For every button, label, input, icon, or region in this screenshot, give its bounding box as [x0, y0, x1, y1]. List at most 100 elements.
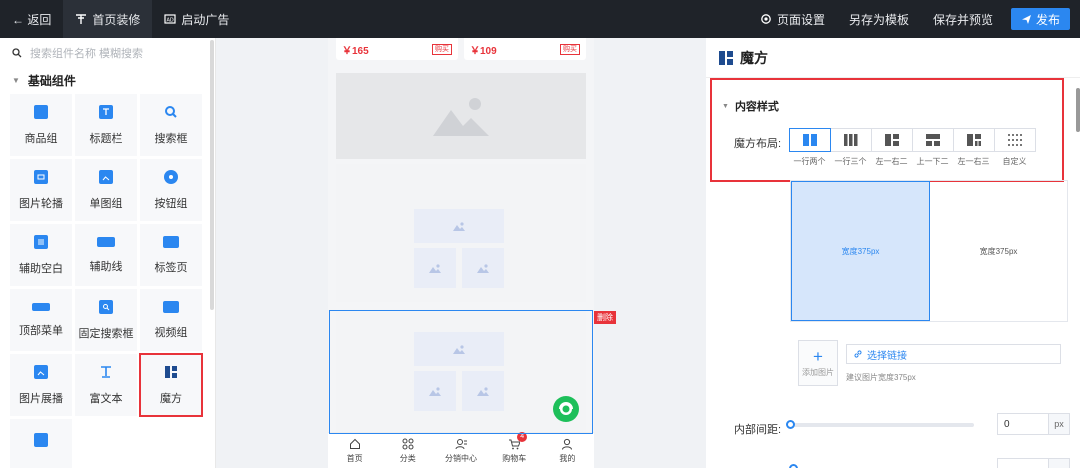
image-placeholder	[414, 209, 504, 243]
search-icon	[12, 48, 22, 58]
image-placeholder-icon	[477, 264, 489, 273]
component-more[interactable]	[10, 419, 72, 468]
left-scrollbar[interactable]	[210, 40, 214, 310]
component-fixed-search[interactable]: 固定搜索框	[75, 289, 137, 351]
image-placeholder-icon	[429, 264, 441, 273]
select-link-input[interactable]: 选择链接	[846, 344, 1061, 364]
tab-category[interactable]: 分类	[381, 433, 434, 468]
top-bar: ← 返回 首页装修 AD 启动广告 页面设置 另存为模板 保存并预览 发布	[0, 0, 1080, 38]
top-one-bottom-two-icon	[926, 134, 940, 146]
next-slider-handle[interactable]	[789, 464, 798, 468]
button-group-icon	[164, 169, 178, 184]
layout-option-three-per-row[interactable]	[830, 128, 872, 152]
layout-option-two-per-row[interactable]	[789, 128, 831, 152]
layout-label: 魔方布局:	[734, 138, 782, 150]
tab-mine[interactable]: 我的	[541, 433, 594, 468]
cube-cell-left[interactable]: 宽度375px	[791, 181, 930, 321]
slider-handle[interactable]	[786, 420, 795, 429]
product-price: ￥165	[342, 45, 369, 57]
gear-icon	[760, 13, 772, 25]
goods-group-icon	[34, 104, 48, 119]
component-divider-line[interactable]: 辅助线	[75, 224, 137, 286]
component-grid: 商品组 标题栏 搜索框 图片轮播 单图组 按钮组 辅助空白 辅助线 标签页 顶部…	[0, 92, 215, 468]
chat-support-button[interactable]	[553, 396, 579, 422]
component-rich-text[interactable]: 富文本	[75, 354, 137, 416]
component-search-box[interactable]: 搜索框	[140, 94, 202, 156]
image-placeholder	[414, 248, 456, 288]
tab-home-decoration[interactable]: 首页装修	[63, 0, 153, 38]
component-magic-cube[interactable]: 魔方	[139, 353, 203, 417]
image-size-hint: 建议图片宽度375px	[846, 373, 916, 382]
svg-text:AD: AD	[167, 17, 174, 23]
image-showcase-icon	[34, 364, 48, 379]
section-content-style[interactable]: ▼ 内容样式	[722, 98, 779, 114]
save-and-preview-button[interactable]: 保存并预览	[921, 0, 1005, 38]
image-placeholder-icon	[433, 98, 489, 136]
spacing-slider[interactable]	[786, 420, 974, 429]
tabs-icon	[163, 235, 179, 248]
tab-launch-ad[interactable]: AD 启动广告	[152, 0, 241, 38]
publish-button[interactable]: 发布	[1010, 8, 1070, 30]
component-panel: 搜索组件名称 模糊搜索 ▼ 基础组件 商品组 标题栏 搜索框 图片轮播 单图组 …	[0, 38, 216, 468]
tab-distribution[interactable]: 分销中心	[434, 433, 487, 468]
component-video-group[interactable]: 视频组	[140, 289, 202, 351]
selected-component-outline	[329, 310, 593, 434]
magic-cube-icon	[718, 50, 734, 66]
layout-option-labels: 一行两个 一行三个 左一右二 上一下二 左一右三 自定义	[793, 157, 1027, 166]
component-goods-group[interactable]: 商品组	[10, 94, 72, 156]
spacing-unit: px	[1048, 413, 1070, 435]
bottom-tab-bar: 首页 分类 分销中心 4 购物车 我的	[328, 432, 594, 468]
user-icon	[561, 437, 573, 451]
left-one-right-two-icon	[885, 134, 899, 146]
title-bar-icon	[99, 104, 113, 119]
component-image-showcase[interactable]: 图片展播	[10, 354, 72, 416]
next-setting-unit	[1048, 458, 1070, 468]
right-scrollbar[interactable]	[1076, 88, 1080, 132]
banner-image-placeholder[interactable]	[336, 73, 586, 159]
send-icon	[1021, 14, 1032, 25]
component-tabs[interactable]: 标签页	[140, 224, 202, 286]
component-button-group[interactable]: 按钮组	[140, 159, 202, 221]
carousel-icon	[34, 169, 48, 184]
cart-icon: 4	[508, 432, 528, 451]
cube-layout-preview: 宽度375px 宽度375px	[790, 180, 1068, 322]
cube-block[interactable]	[336, 164, 586, 302]
layout-option-left1-right3[interactable]	[953, 128, 995, 152]
cube-cell-right[interactable]: 宽度375px	[930, 181, 1067, 321]
add-image-button[interactable]: + 添加图片	[798, 340, 838, 386]
tab-cart[interactable]: 4 购物车	[488, 432, 541, 468]
chat-icon	[559, 402, 573, 415]
product-card[interactable]: ￥109 购买	[464, 38, 586, 60]
save-as-template-button[interactable]: 另存为模板	[837, 0, 921, 38]
more-component-icon	[34, 433, 48, 447]
layout-option-left1-right2[interactable]	[871, 128, 913, 152]
delete-button[interactable]: 删除	[594, 311, 616, 324]
topbar-actions: 页面设置 另存为模板 保存并预览 发布	[748, 0, 1080, 38]
product-card[interactable]: ￥165 购买	[336, 38, 458, 60]
video-group-icon	[163, 300, 179, 313]
caret-down-icon: ▼	[722, 102, 729, 110]
tab-home[interactable]: 首页	[328, 433, 381, 468]
next-setting-input[interactable]	[997, 458, 1049, 468]
component-blank-space[interactable]: 辅助空白	[10, 224, 72, 286]
component-search[interactable]: 搜索组件名称 模糊搜索	[0, 38, 215, 68]
search-box-icon	[164, 105, 178, 119]
layout-option-top1-bottom2[interactable]	[912, 128, 954, 152]
fixed-search-icon	[99, 299, 113, 314]
spacing-input[interactable]: 0	[997, 413, 1049, 435]
component-single-image[interactable]: 单图组	[75, 159, 137, 221]
top-menu-icon	[32, 302, 50, 311]
component-title-bar[interactable]: 标题栏	[75, 94, 137, 156]
ad-icon: AD	[164, 13, 176, 25]
group-title-basic[interactable]: ▼ 基础组件	[0, 68, 215, 92]
layout-option-custom[interactable]	[994, 128, 1036, 152]
back-button[interactable]: ← 返回	[0, 0, 63, 38]
component-top-menu[interactable]: 顶部菜单	[10, 289, 72, 351]
three-column-icon	[844, 134, 858, 146]
page-settings-button[interactable]: 页面设置	[748, 0, 837, 38]
magic-cube-icon	[164, 365, 178, 379]
product-row: ￥165 购买 ￥109 购买	[328, 38, 594, 62]
image-placeholder-icon	[453, 222, 465, 231]
component-carousel[interactable]: 图片轮播	[10, 159, 72, 221]
blank-space-icon	[34, 234, 48, 249]
